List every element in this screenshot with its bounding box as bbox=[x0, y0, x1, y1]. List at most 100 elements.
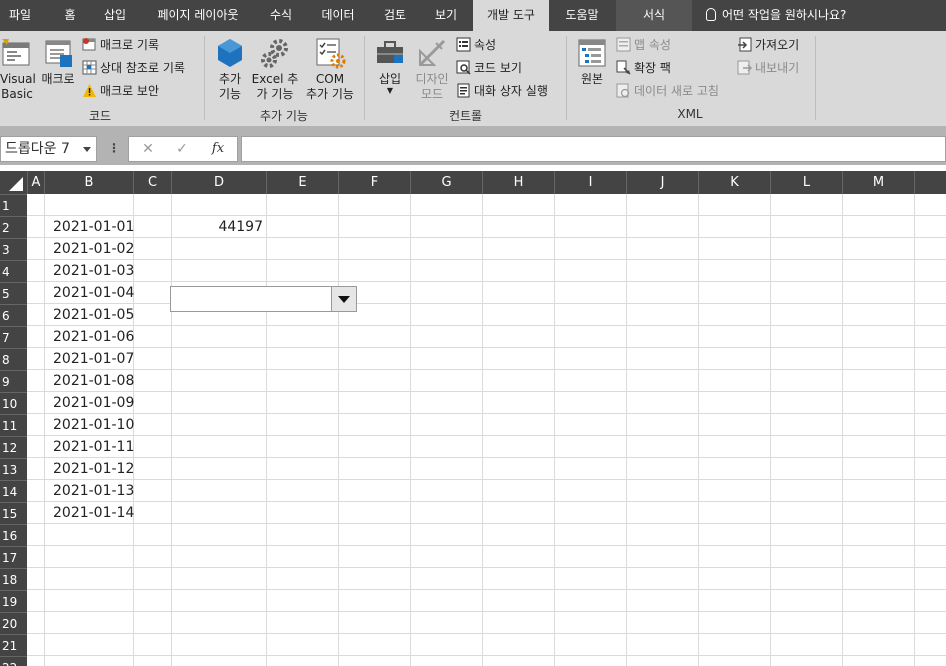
column-header-M[interactable]: M bbox=[842, 171, 914, 194]
row-header-2[interactable]: 2 bbox=[0, 216, 27, 238]
row-header-12[interactable]: 12 bbox=[0, 436, 27, 458]
row-header-18[interactable]: 18 bbox=[0, 568, 27, 590]
formula-input[interactable] bbox=[241, 136, 946, 162]
xml-source-button[interactable]: 원본 bbox=[574, 37, 610, 87]
grid-line bbox=[554, 194, 555, 666]
tell-me-box[interactable]: 어떤 작업을 원하시나요? bbox=[706, 0, 846, 31]
worksheet-grid[interactable]: 2021-01-01 2021-01-02 2021-01-03 2021-01… bbox=[27, 194, 946, 666]
visual-basic-button[interactable]: Visual Basic bbox=[0, 37, 36, 102]
tab-file[interactable]: 파일 bbox=[0, 0, 40, 31]
tab-developer[interactable]: 개발 도구 bbox=[473, 0, 549, 31]
macro-security-button[interactable]: 매크로 보안 bbox=[82, 82, 159, 100]
record-macro-button[interactable]: 매크로 기록 bbox=[82, 36, 159, 54]
cell-B13[interactable]: 2021-01-12 bbox=[53, 458, 134, 480]
macros-button[interactable]: 매크로 bbox=[38, 37, 78, 87]
cell-B6[interactable]: 2021-01-05 bbox=[53, 304, 134, 326]
row-header-15[interactable]: 15 bbox=[0, 502, 27, 524]
tab-review[interactable]: 검토 bbox=[372, 0, 418, 31]
xml-export-button[interactable]: 내보내기 bbox=[737, 59, 799, 77]
insert-control-button[interactable]: 삽입 ▼ bbox=[372, 37, 408, 95]
row-header-20[interactable]: 20 bbox=[0, 612, 27, 634]
row-header-14[interactable]: 14 bbox=[0, 480, 27, 502]
design-mode-label-1: 디자인 bbox=[415, 72, 449, 86]
cell-B10[interactable]: 2021-01-09 bbox=[53, 392, 134, 414]
column-header-L[interactable]: L bbox=[770, 171, 842, 194]
row-header-5[interactable]: 5 bbox=[0, 282, 27, 304]
design-mode-icon bbox=[416, 37, 448, 69]
tab-format[interactable]: 서식 bbox=[616, 0, 692, 31]
tab-insert[interactable]: 삽입 bbox=[92, 0, 138, 31]
row-header-10[interactable]: 10 bbox=[0, 392, 27, 414]
insert-function-icon[interactable]: fx bbox=[203, 137, 233, 161]
select-all-button[interactable] bbox=[0, 171, 27, 194]
cell-B11[interactable]: 2021-01-10 bbox=[53, 414, 134, 436]
column-header-G[interactable]: G bbox=[410, 171, 482, 194]
row-header-13[interactable]: 13 bbox=[0, 458, 27, 480]
dropdown-form-control[interactable] bbox=[170, 286, 357, 312]
cell-B8[interactable]: 2021-01-07 bbox=[53, 348, 134, 370]
cancel-icon[interactable]: ✕ bbox=[133, 137, 163, 161]
row-header-11[interactable]: 11 bbox=[0, 414, 27, 436]
tab-help[interactable]: 도움말 bbox=[552, 0, 612, 31]
column-header-partial[interactable] bbox=[914, 171, 946, 194]
name-box[interactable]: 드롭다운 7 bbox=[0, 136, 97, 162]
cell-B15[interactable]: 2021-01-14 bbox=[53, 502, 134, 524]
more-options-icon[interactable]: ⋮ bbox=[108, 136, 120, 162]
tab-data[interactable]: 데이터 bbox=[310, 0, 366, 31]
xml-import-button[interactable]: 가져오기 bbox=[737, 36, 799, 54]
cell-B2[interactable]: 2021-01-01 bbox=[53, 216, 134, 238]
row-header-19[interactable]: 19 bbox=[0, 590, 27, 612]
enter-icon[interactable]: ✓ bbox=[167, 137, 197, 161]
column-header-C[interactable]: C bbox=[133, 171, 171, 194]
row-header-1[interactable]: 1 bbox=[0, 194, 27, 216]
column-header-F[interactable]: F bbox=[338, 171, 410, 194]
run-dialog-button[interactable]: 대화 상자 실행 bbox=[456, 82, 548, 100]
cell-B12[interactable]: 2021-01-11 bbox=[53, 436, 134, 458]
row-header-9[interactable]: 9 bbox=[0, 370, 27, 392]
name-box-dropdown-icon[interactable] bbox=[83, 147, 91, 152]
excel-addins-label-2: 가 기능 bbox=[256, 87, 294, 101]
column-header-B[interactable]: B bbox=[44, 171, 133, 194]
row-header-17[interactable]: 17 bbox=[0, 546, 27, 568]
view-code-button[interactable]: 코드 보기 bbox=[456, 59, 522, 77]
row-header-4[interactable]: 4 bbox=[0, 260, 27, 282]
tab-page-layout[interactable]: 페이지 레이아웃 bbox=[142, 0, 254, 31]
column-header-D[interactable]: D bbox=[171, 171, 266, 194]
row-header-22[interactable]: 22 bbox=[0, 656, 27, 666]
column-header-H[interactable]: H bbox=[482, 171, 554, 194]
com-addins-button[interactable]: COM 추가 기능 bbox=[302, 37, 358, 102]
row-header-7[interactable]: 7 bbox=[0, 326, 27, 348]
row-header-3[interactable]: 3 bbox=[0, 238, 27, 260]
cell-B7[interactable]: 2021-01-06 bbox=[53, 326, 134, 348]
cell-B4[interactable]: 2021-01-03 bbox=[53, 260, 134, 282]
dropdown-button[interactable] bbox=[331, 287, 356, 311]
column-header-I[interactable]: I bbox=[554, 171, 626, 194]
design-mode-button[interactable]: 디자인 모드 bbox=[412, 37, 452, 102]
properties-button[interactable]: 속성 bbox=[456, 36, 496, 54]
column-header-K[interactable]: K bbox=[698, 171, 770, 194]
column-header-E[interactable]: E bbox=[266, 171, 338, 194]
group-separator bbox=[204, 36, 205, 120]
excel-addins-button[interactable]: Excel 추 가 기능 bbox=[250, 37, 300, 102]
tab-formulas[interactable]: 수식 bbox=[258, 0, 304, 31]
refresh-icon bbox=[616, 83, 631, 98]
cell-B3[interactable]: 2021-01-02 bbox=[53, 238, 134, 260]
column-header-J[interactable]: J bbox=[626, 171, 698, 194]
row-header-21[interactable]: 21 bbox=[0, 634, 27, 656]
cell-D2[interactable]: 44197 bbox=[171, 216, 263, 238]
addins-button[interactable]: 추가 기능 bbox=[210, 37, 250, 102]
map-properties-button[interactable]: 맵 속성 bbox=[616, 36, 671, 54]
cell-B9[interactable]: 2021-01-08 bbox=[53, 370, 134, 392]
expansion-packs-button[interactable]: 확장 팩 bbox=[616, 59, 671, 77]
refresh-data-button[interactable]: 데이터 새로 고침 bbox=[616, 82, 719, 100]
toolbox-icon bbox=[374, 37, 406, 69]
cell-B5[interactable]: 2021-01-04 bbox=[53, 282, 134, 304]
column-header-A[interactable]: A bbox=[27, 171, 44, 194]
tab-view[interactable]: 보기 bbox=[424, 0, 468, 31]
row-header-6[interactable]: 6 bbox=[0, 304, 27, 326]
relative-reference-button[interactable]: 상대 참조로 기록 bbox=[82, 59, 185, 77]
row-header-8[interactable]: 8 bbox=[0, 348, 27, 370]
tab-home[interactable]: 홈 bbox=[48, 0, 92, 31]
row-header-16[interactable]: 16 bbox=[0, 524, 27, 546]
cell-B14[interactable]: 2021-01-13 bbox=[53, 480, 134, 502]
